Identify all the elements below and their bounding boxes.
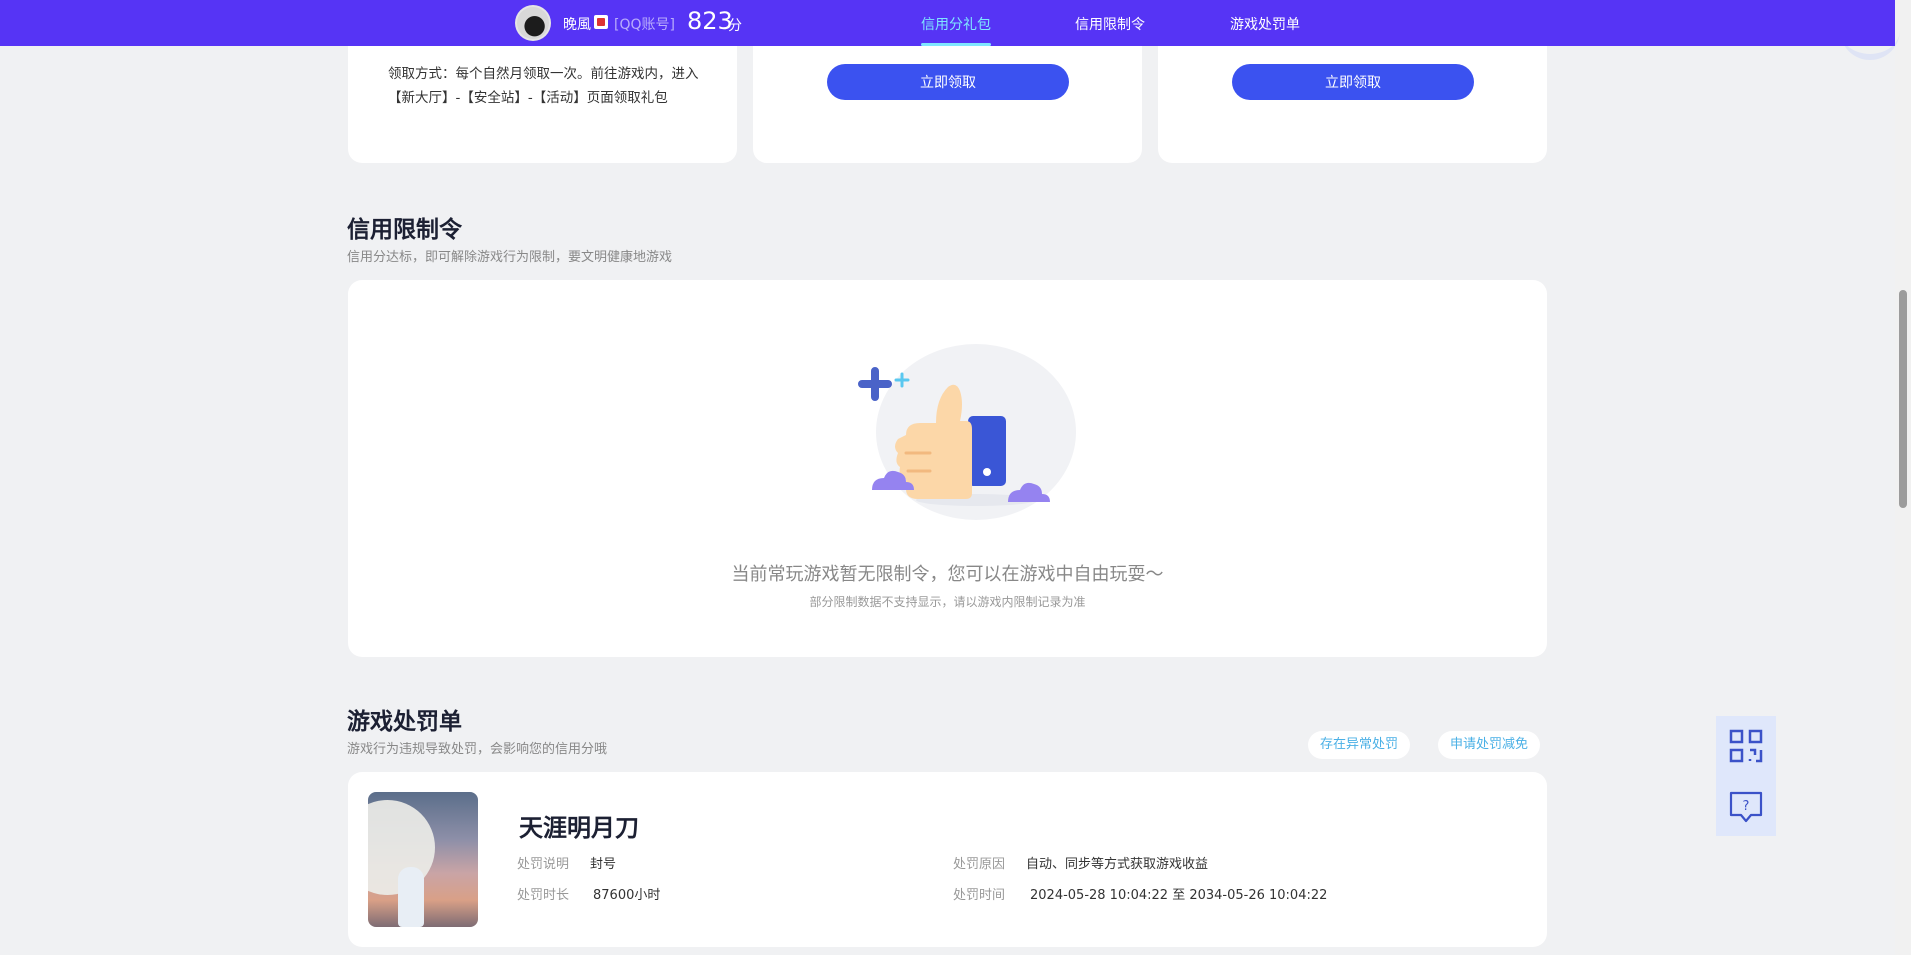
penalty-time-value: 2024-05-28 10:04:22 至 2034-05-26 10:04:2… bbox=[1030, 888, 1328, 903]
penalty-time-label: 处罚时间 bbox=[953, 888, 1006, 903]
credit-score: 823 bbox=[687, 7, 733, 35]
gift-claim-description: 领取方式：每个自然月领取一次。前往游戏内，进入【新大厅】-【安全站】-【活动】页… bbox=[388, 66, 699, 106]
tab-credit-restriction[interactable]: 信用限制令 bbox=[1075, 14, 1145, 34]
penalty-desc-label: 处罚说明 bbox=[517, 857, 570, 872]
restriction-card: 当前常玩游戏暂无限制令，您可以在游戏中自由玩耍～ 部分限制数据不支持显示，请以游… bbox=[348, 280, 1547, 657]
report-abnormal-penalty-button[interactable]: 存在异常处罚 bbox=[1308, 731, 1411, 759]
section-title-penalty: 游戏处罚单 bbox=[347, 709, 462, 735]
penalty-reason-label: 处罚原因 bbox=[953, 857, 1006, 872]
section-subtitle-restriction: 信用分达标，即可解除游戏行为限制，要文明健康地游戏 bbox=[347, 250, 673, 265]
apply-penalty-reduction-button[interactable]: 申请处罚减免 bbox=[1438, 731, 1541, 759]
gift-card-3: 立即领取 bbox=[1158, 30, 1547, 163]
tab-game-penalty[interactable]: 游戏处罚单 bbox=[1230, 14, 1300, 34]
empty-state-note: 部分限制数据不支持显示，请以游戏内限制记录为准 bbox=[809, 595, 1086, 609]
game-cover-image bbox=[368, 792, 478, 927]
penalty-duration-label: 处罚时长 bbox=[517, 888, 570, 903]
tab-credit-gift[interactable]: 信用分礼包 bbox=[921, 14, 991, 34]
thumbs-up-illustration bbox=[858, 344, 1076, 520]
user-badge-icon bbox=[594, 15, 608, 29]
claim-button[interactable]: 立即领取 bbox=[827, 64, 1069, 100]
penalty-desc-value: 封号 bbox=[590, 857, 617, 872]
avatar[interactable] bbox=[515, 5, 551, 41]
gift-card-1: 领取方式：每个自然月领取一次。前往游戏内，进入【新大厅】-【安全站】-【活动】页… bbox=[348, 30, 737, 163]
help-button[interactable]: ? bbox=[1716, 776, 1776, 836]
active-tab-indicator bbox=[921, 43, 991, 46]
empty-state-message: 当前常玩游戏暂无限制令，您可以在游戏中自由玩耍～ bbox=[731, 564, 1164, 585]
penalty-reason-value: 自动、同步等方式获取游戏收益 bbox=[1026, 857, 1209, 872]
nickname: 晚風 bbox=[563, 17, 591, 33]
qr-code-icon bbox=[1729, 729, 1763, 763]
top-nav-bar: 晚風 [QQ账号] 823 分 信用分礼包 信用限制令 游戏处罚单 bbox=[0, 0, 1895, 46]
account-type: [QQ账号] bbox=[614, 17, 675, 33]
credit-score-unit: 分 bbox=[728, 18, 742, 34]
gift-card-2: 立即领取 bbox=[753, 30, 1142, 163]
penalty-card: 天涯明月刀 处罚说明 封号 处罚时长 87600小时 处罚原因 自动、同步等方式… bbox=[348, 772, 1547, 947]
claim-button[interactable]: 立即领取 bbox=[1232, 64, 1474, 100]
section-title-restriction: 信用限制令 bbox=[347, 217, 462, 243]
section-subtitle-penalty: 游戏行为违规导致处罚，会影响您的信用分哦 bbox=[347, 742, 608, 757]
game-name: 天涯明月刀 bbox=[519, 814, 639, 842]
penalty-duration-value: 87600小时 bbox=[593, 888, 661, 903]
scrollbar-thumb[interactable] bbox=[1899, 290, 1907, 508]
svg-text:?: ? bbox=[1743, 799, 1750, 814]
qr-code-button[interactable] bbox=[1716, 716, 1776, 776]
help-chat-icon: ? bbox=[1729, 791, 1763, 823]
